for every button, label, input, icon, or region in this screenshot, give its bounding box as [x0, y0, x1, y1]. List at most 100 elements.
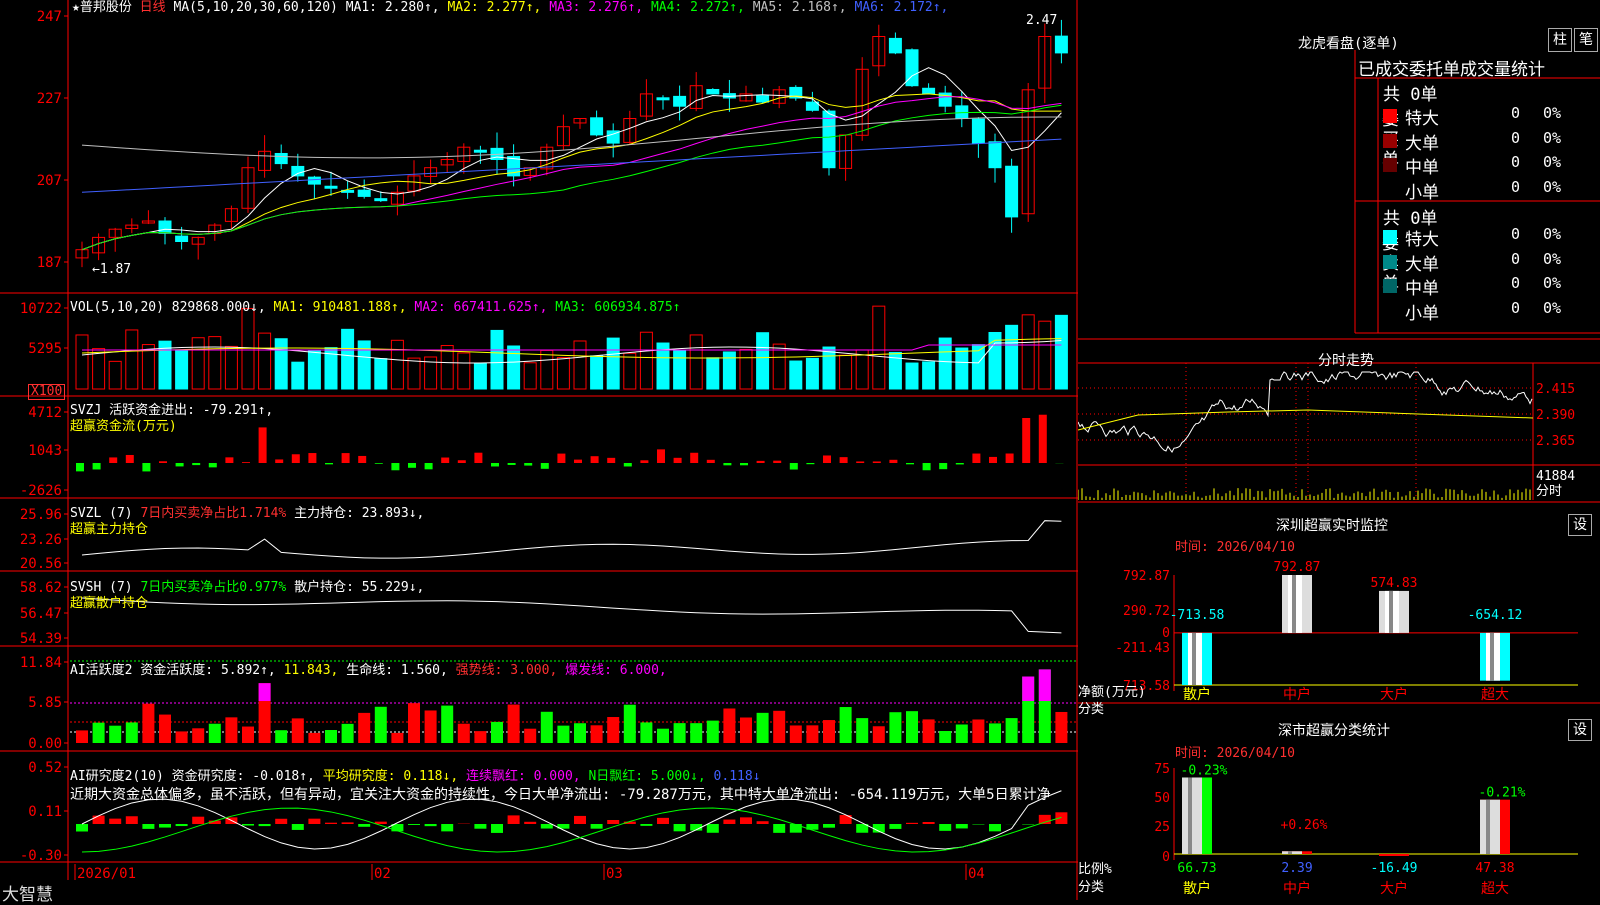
volume-bar	[408, 358, 420, 389]
activity-bar	[358, 713, 370, 743]
y-tick-label: 25.96	[20, 507, 62, 523]
order-pct: 0%	[1543, 104, 1561, 122]
classify-ylabel: 比例%	[1078, 858, 1112, 877]
flow-bar	[209, 463, 217, 467]
volume-bar	[823, 347, 835, 389]
order-row: 小单00%	[1383, 178, 1600, 200]
flow-bar	[989, 457, 997, 463]
order-type: 小单	[1405, 299, 1439, 324]
category-label: 大户	[1380, 686, 1408, 703]
volume-bar	[524, 363, 536, 389]
y-tick-label: 0	[1162, 626, 1170, 641]
order-pct: 0%	[1543, 250, 1561, 268]
flow-bar	[939, 463, 947, 469]
y-tick-label: -0.30	[20, 848, 62, 864]
flow-bar	[142, 463, 150, 471]
research-bar	[176, 824, 188, 826]
period-label[interactable]: 日线	[140, 0, 166, 15]
research-bar	[441, 824, 453, 831]
flow-bar	[408, 463, 416, 468]
monitor-settings-button[interactable]: 设	[1568, 514, 1592, 536]
indicator-value: 平均研究度: 0.118↓,	[315, 769, 458, 784]
y-tick-label: 792.87	[1123, 569, 1170, 584]
research-bar	[790, 824, 802, 833]
research-bar	[425, 824, 437, 826]
ma-line	[82, 97, 1061, 250]
candle-body	[591, 118, 603, 135]
y-tick-label: 0.52	[28, 760, 62, 776]
flow-bar	[806, 463, 814, 464]
activity-bar	[325, 730, 337, 743]
activity-bar	[674, 723, 686, 743]
svzj-title: SVZJ 活跃资金进出: -79.291↑,	[70, 403, 273, 419]
volume-bar	[806, 358, 818, 389]
volume-bar	[989, 332, 1001, 389]
order-row: 小单00%	[1383, 299, 1600, 321]
activity-bar	[624, 705, 636, 743]
monitor-xlabel: 分类	[1078, 698, 1104, 717]
volume-bar	[557, 358, 569, 389]
volume-bar	[607, 338, 619, 389]
indicator-value: MA3: 606934.875↑	[547, 300, 680, 315]
activity-bar	[391, 733, 403, 743]
research-bar	[657, 818, 669, 824]
activity-bar	[1055, 712, 1067, 743]
right-panel: 2.4152.3902.36541884分时792.87290.720-211.…	[1078, 0, 1600, 900]
activity-bar	[607, 717, 619, 743]
dragon-title: 龙虎看盘(逐单)	[1298, 33, 1399, 53]
x-tick-label: 02	[374, 866, 391, 882]
volume-bar	[491, 330, 503, 389]
color-swatch	[1383, 230, 1397, 244]
y-tick-label: 56.47	[20, 606, 62, 622]
stock-name[interactable]: ★普邦股份	[72, 0, 132, 15]
flow-bar	[773, 461, 781, 463]
flow-bar	[557, 454, 565, 463]
stroke-view-button[interactable]: 笔	[1574, 28, 1598, 52]
category-label: 散户	[1183, 880, 1211, 897]
column-view-button[interactable]: 柱	[1548, 28, 1572, 52]
vol-ma-line	[82, 339, 1061, 358]
indicator-value: 生命线: 1.560,	[338, 663, 447, 678]
order-type: 特大	[1405, 104, 1439, 129]
intraday-title: 分时走势	[1318, 350, 1374, 370]
color-swatch	[1383, 255, 1397, 269]
candle-body	[674, 96, 686, 106]
flow-bar	[790, 463, 798, 470]
ma-value: MA1: 2.280↑,	[346, 0, 440, 15]
order-count: 0	[1511, 153, 1520, 171]
monitor-bar-shade	[1192, 633, 1196, 685]
order-pct: 0%	[1543, 225, 1561, 243]
y-tick-label: 10722	[20, 301, 62, 317]
volume-bar	[873, 306, 885, 389]
flow-bar	[1006, 454, 1014, 463]
flow-bar	[109, 457, 117, 463]
flow-bar	[176, 463, 184, 466]
dragon-tabs[interactable]: 已成交委托单成交量统计	[1358, 55, 1545, 80]
flow-bar	[740, 463, 748, 465]
category-label: 中户	[1283, 686, 1311, 703]
research-bar	[126, 816, 138, 824]
activity-bar	[142, 704, 154, 743]
flow-bar	[358, 456, 366, 463]
classify-settings-button[interactable]: 设	[1568, 719, 1592, 741]
y-tick-label: -211.43	[1115, 641, 1170, 656]
data-label: 66.73	[1177, 861, 1216, 876]
y-tick-label: 187	[37, 255, 62, 271]
candle-body	[806, 102, 818, 110]
order-pct: 0%	[1543, 274, 1561, 292]
monitor-bar-shade	[1389, 591, 1393, 633]
flow-bar	[425, 463, 433, 469]
flow-bar	[159, 461, 167, 463]
svzl-title: SVZL (7)	[70, 506, 133, 521]
research-bar	[906, 823, 918, 824]
volume-bar	[574, 341, 586, 389]
research-bar	[358, 824, 370, 827]
research-bar	[740, 817, 752, 824]
flow-bar	[723, 463, 731, 465]
svzl-header: SVZL (7) 7日内买卖净占比1.714% 主力持仓: 23.893↓, 超…	[70, 506, 424, 538]
activity-bar	[956, 724, 968, 743]
svzj-sub: 超赢资金流(万元)	[70, 419, 273, 435]
flow-bar	[624, 463, 632, 466]
flow-bar	[972, 454, 980, 463]
classify-xlabel: 分类	[1078, 876, 1104, 895]
